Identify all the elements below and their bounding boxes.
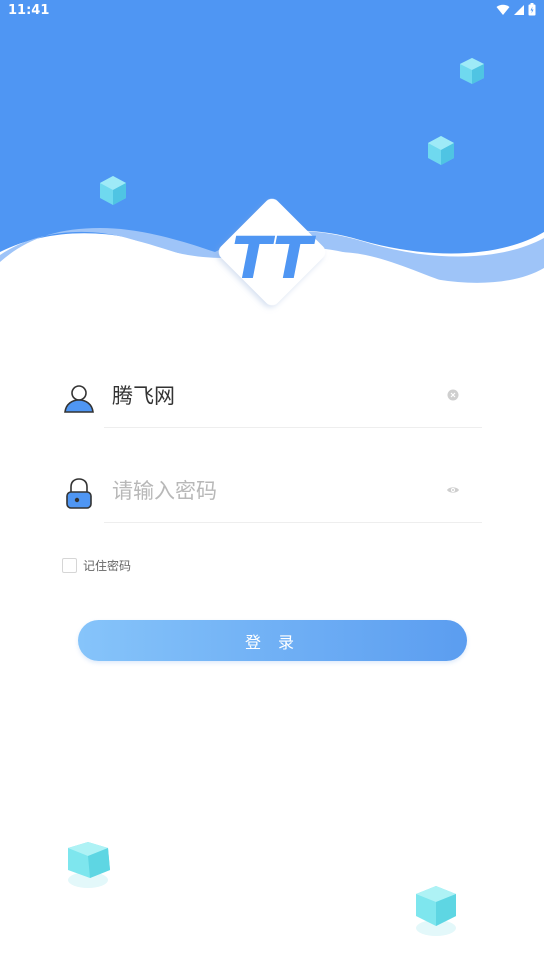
cube-decoration-1 bbox=[460, 58, 484, 84]
username-value: 腾飞网 bbox=[112, 384, 175, 408]
status-icons bbox=[496, 3, 536, 16]
eye-icon[interactable] bbox=[446, 483, 460, 497]
password-underline bbox=[104, 522, 482, 523]
status-bar: 11:41 bbox=[0, 0, 544, 22]
status-time: 11:41 bbox=[8, 3, 50, 18]
login-button[interactable]: 登 录 bbox=[78, 620, 467, 661]
username-field[interactable]: 腾飞网 bbox=[62, 368, 482, 428]
remember-checkbox[interactable] bbox=[62, 557, 77, 573]
wifi-icon bbox=[496, 4, 510, 15]
login-screen: TT 11:41 腾飞网 请输入密码 记住密码 登 录 bbox=[0, 0, 544, 967]
cube-decoration-4 bbox=[68, 842, 110, 888]
password-field[interactable]: 请输入密码 bbox=[62, 463, 482, 523]
cube-decoration-5 bbox=[416, 886, 456, 936]
remember-label: 记住密码 bbox=[83, 558, 132, 573]
remember-password[interactable]: 记住密码 bbox=[62, 554, 131, 576]
lock-icon bbox=[66, 478, 92, 509]
logo-text: TT bbox=[232, 224, 317, 292]
signal-icon bbox=[514, 4, 524, 15]
user-icon bbox=[64, 385, 94, 413]
username-underline bbox=[104, 427, 482, 428]
app-logo: TT bbox=[218, 198, 326, 306]
battery-icon bbox=[528, 3, 536, 16]
clear-icon[interactable] bbox=[446, 388, 460, 402]
cube-decoration-2 bbox=[428, 136, 454, 165]
cube-decoration-3 bbox=[100, 176, 126, 205]
password-placeholder: 请输入密码 bbox=[112, 479, 217, 503]
